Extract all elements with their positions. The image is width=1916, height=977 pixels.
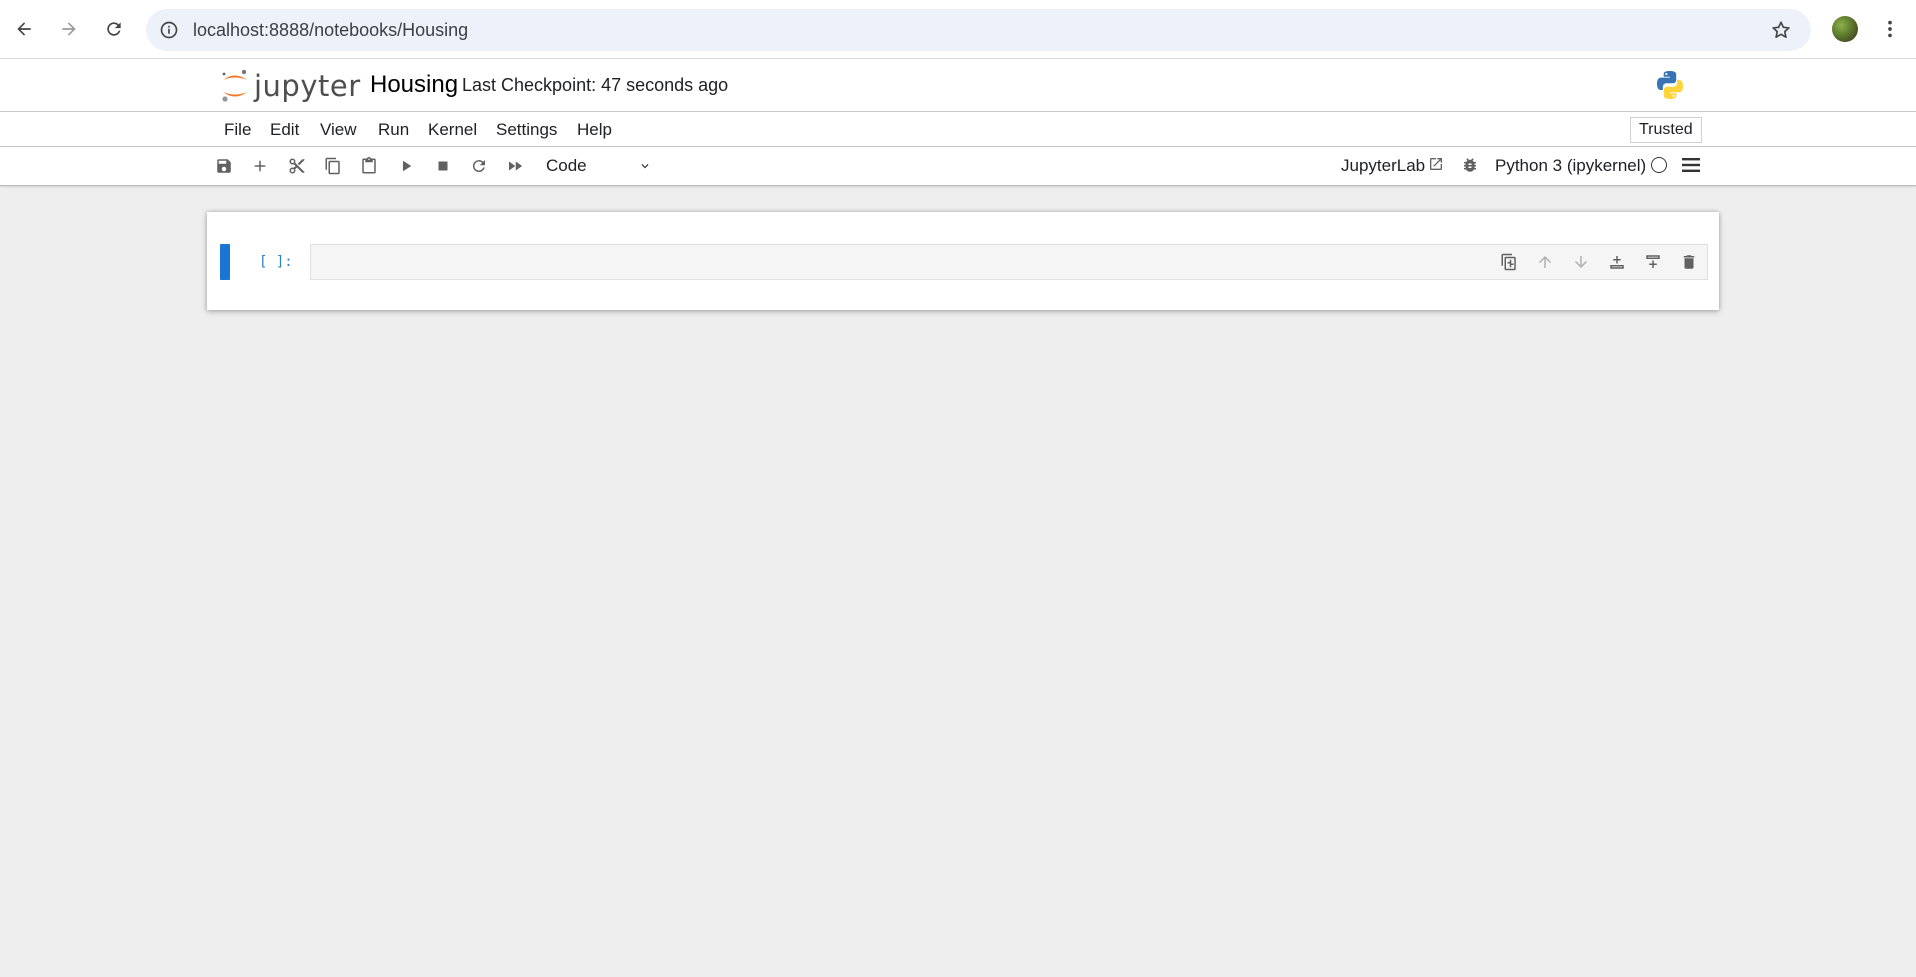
menu-settings[interactable]: Settings — [496, 120, 557, 140]
debugger-bug-icon[interactable] — [1461, 156, 1479, 174]
url-text[interactable]: localhost:8888/notebooks/Housing — [193, 19, 468, 41]
forward-arrow-icon — [62, 22, 76, 36]
interrupt-button[interactable] — [431, 155, 455, 177]
delete-cell-button[interactable] — [1677, 250, 1701, 274]
restart-icon — [472, 160, 485, 173]
paste-button[interactable] — [357, 155, 381, 177]
hamburger-menu-icon[interactable] — [1682, 157, 1700, 173]
insert-cell-below-button[interactable] — [1641, 250, 1665, 274]
stop-icon — [438, 161, 448, 171]
browser-menu-icon[interactable] — [1878, 14, 1902, 44]
bookmark-star-icon[interactable] — [1769, 18, 1793, 42]
copy-icon — [325, 157, 340, 175]
cut-button[interactable] — [285, 155, 309, 177]
cut-icon — [289, 158, 305, 174]
kernel-status-idle-icon — [1651, 157, 1667, 173]
move-up-icon — [1539, 256, 1551, 268]
move-cell-up-button[interactable] — [1533, 250, 1557, 274]
cell-collapser[interactable] — [220, 244, 230, 280]
reload-button[interactable] — [95, 10, 133, 48]
run-button[interactable] — [394, 155, 418, 177]
forward-button[interactable] — [50, 10, 88, 48]
insert-below-icon — [1646, 255, 1660, 268]
run-icon — [403, 160, 412, 172]
jupyter-logo[interactable]: jupyter — [220, 67, 361, 105]
insert-cell-button[interactable] — [248, 155, 272, 177]
duplicate-icon — [1501, 253, 1516, 271]
trusted-badge[interactable]: Trusted — [1630, 117, 1702, 143]
site-info-icon[interactable] — [158, 19, 180, 41]
copy-button[interactable] — [321, 155, 345, 177]
restart-run-all-button[interactable] — [503, 155, 527, 177]
menu-bar: File Edit View Run Kernel Settings Help … — [0, 112, 1916, 147]
notebook-toolbar: Code JupyterLab Python 3 (ipykernel) — [0, 147, 1916, 186]
notebook-panel: [ ]: — [207, 212, 1719, 310]
jupyter-logo-icon — [222, 69, 247, 102]
menu-edit[interactable]: Edit — [270, 120, 299, 140]
delete-icon — [1683, 255, 1695, 269]
menu-view[interactable]: View — [320, 120, 357, 140]
paste-icon — [362, 157, 376, 174]
chevron-down-icon — [641, 164, 649, 169]
notebook-title[interactable]: Housing — [370, 71, 458, 99]
save-icon — [217, 159, 231, 173]
duplicate-cell-button[interactable] — [1497, 250, 1521, 274]
address-bar[interactable]: localhost:8888/notebooks/Housing — [146, 9, 1811, 51]
add-icon — [254, 160, 266, 172]
jupyter-wordmark: jupyter — [254, 69, 361, 103]
back-arrow-icon — [17, 22, 31, 36]
back-button[interactable] — [5, 10, 43, 48]
kernel-name[interactable]: Python 3 (ipykernel) — [1495, 156, 1646, 176]
insert-above-icon — [1610, 256, 1624, 269]
browser-toolbar: localhost:8888/notebooks/Housing — [0, 0, 1916, 59]
cell-toolbar — [1497, 250, 1701, 274]
save-button[interactable] — [212, 155, 236, 177]
menu-help[interactable]: Help — [577, 120, 612, 140]
menu-kernel[interactable]: Kernel — [428, 120, 477, 140]
reload-icon — [107, 22, 121, 36]
menu-file[interactable]: File — [224, 120, 251, 140]
jupyterlab-link[interactable]: JupyterLab — [1341, 156, 1425, 176]
insert-cell-above-button[interactable] — [1605, 250, 1629, 274]
menu-run[interactable]: Run — [378, 120, 409, 140]
cell-type-select[interactable]: Code — [546, 155, 656, 177]
code-cell-input[interactable] — [310, 244, 1708, 280]
external-link-icon[interactable] — [1428, 156, 1444, 172]
profile-avatar[interactable] — [1832, 16, 1858, 42]
move-cell-down-button[interactable] — [1569, 250, 1593, 274]
move-down-icon — [1575, 256, 1587, 268]
fast-forward-icon — [509, 161, 523, 171]
cell-prompt: [ ]: — [259, 254, 293, 270]
last-checkpoint: Last Checkpoint: 47 seconds ago — [462, 75, 729, 95]
restart-button[interactable] — [467, 155, 491, 177]
notebook-header: jupyter Housing Last Checkpoint: 47 seco… — [0, 59, 1916, 112]
python-logo-icon — [1657, 71, 1683, 99]
cell-type-value: Code — [546, 156, 587, 175]
